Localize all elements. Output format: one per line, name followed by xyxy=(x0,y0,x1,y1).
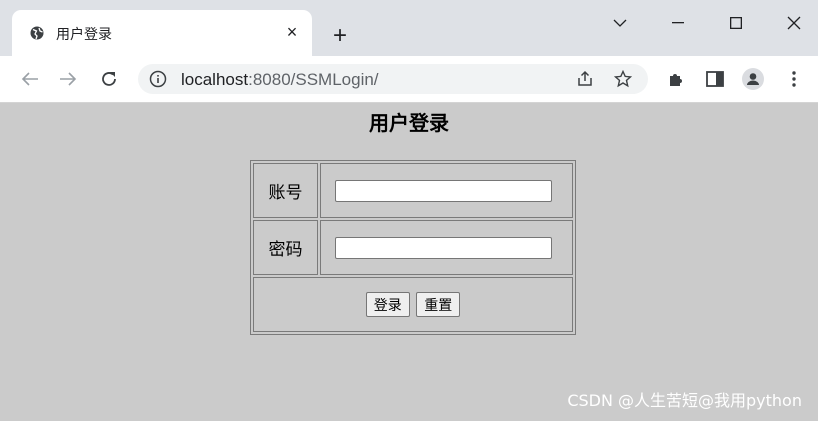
login-button[interactable]: 登录 xyxy=(365,292,410,317)
reset-button[interactable]: 重置 xyxy=(416,292,461,317)
account-cell xyxy=(320,163,573,218)
back-button[interactable] xyxy=(18,67,42,91)
page-content: 用户登录 账号 密码 登录 重置 CSDN @人生苦短@我用python xyxy=(0,103,818,421)
puzzle-icon xyxy=(670,74,682,86)
url-text[interactable]: localhost:8080/SSMLogin/ xyxy=(181,70,379,90)
maximize-button[interactable] xyxy=(716,8,756,38)
page-title: 用户登录 xyxy=(369,111,449,135)
new-tab-button[interactable]: + xyxy=(327,23,353,49)
reload-button[interactable] xyxy=(97,67,121,91)
forward-button[interactable] xyxy=(56,67,80,91)
maximize-icon xyxy=(730,17,742,29)
minimize-button[interactable] xyxy=(658,8,698,38)
password-label: 密码 xyxy=(253,220,318,275)
browser-toolbar: localhost:8080/SSMLogin/ xyxy=(0,56,818,103)
profile-button[interactable] xyxy=(741,67,765,91)
globe-icon xyxy=(30,26,44,40)
arrow-right-icon xyxy=(60,72,77,86)
browser-tab[interactable]: 用户登录 × xyxy=(12,10,312,56)
address-bar[interactable]: localhost:8080/SSMLogin/ xyxy=(138,64,648,94)
side-panel-button[interactable] xyxy=(703,67,727,91)
url-host: localhost xyxy=(181,70,249,89)
tab-strip: 用户登录 × + xyxy=(0,0,818,56)
arrow-left-icon xyxy=(21,72,38,86)
minimize-icon xyxy=(672,22,684,24)
tab-title: 用户登录 xyxy=(56,27,112,43)
reload-icon xyxy=(102,72,116,86)
info-icon[interactable] xyxy=(149,70,167,88)
account-label: 账号 xyxy=(253,163,318,218)
avatar-icon xyxy=(742,68,764,90)
side-panel-icon xyxy=(706,71,724,87)
more-vert-icon xyxy=(792,71,796,87)
watermark: CSDN @人生苦短@我用python xyxy=(567,391,802,410)
bookmark-star-icon[interactable] xyxy=(613,69,633,89)
menu-button[interactable] xyxy=(782,67,806,91)
password-cell xyxy=(320,220,573,275)
account-input[interactable] xyxy=(335,179,552,202)
password-input[interactable] xyxy=(335,236,552,259)
tab-close-button[interactable]: × xyxy=(282,22,302,42)
chevron-down-icon xyxy=(613,19,627,27)
login-form: 账号 密码 登录 重置 xyxy=(250,160,576,335)
close-icon xyxy=(787,16,801,30)
share-icon[interactable] xyxy=(575,69,595,89)
button-row: 登录 重置 xyxy=(253,277,573,332)
url-path: :8080/SSMLogin/ xyxy=(248,70,379,89)
extensions-button[interactable] xyxy=(664,67,688,91)
tab-search-button[interactable] xyxy=(600,8,640,38)
close-window-button[interactable] xyxy=(774,8,814,38)
